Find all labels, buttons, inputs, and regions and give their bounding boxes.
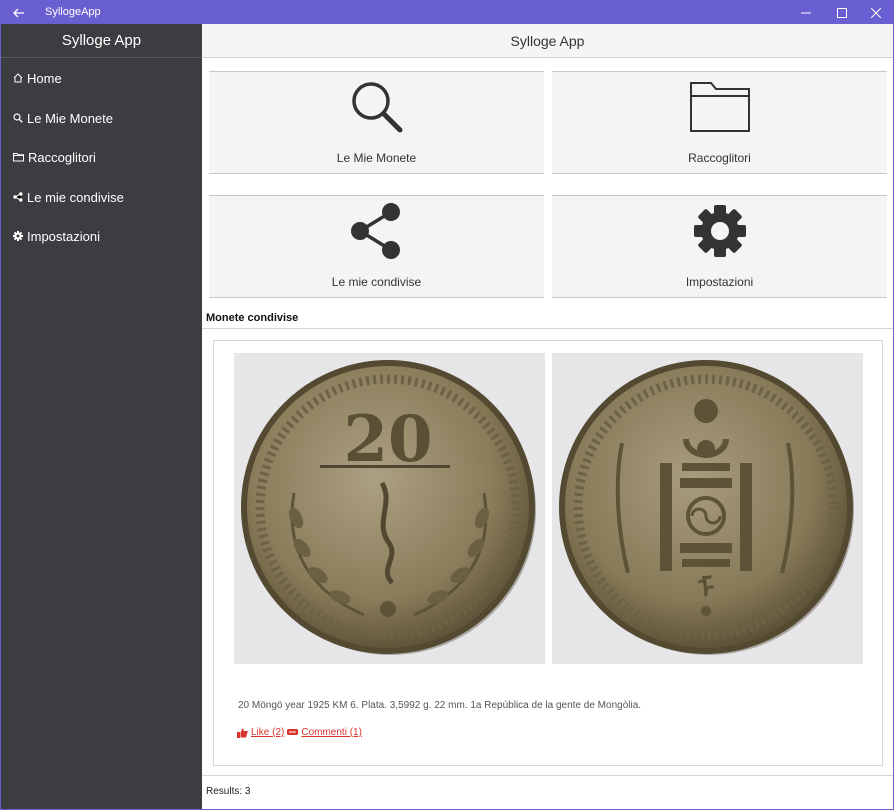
section-title: Monete condivise bbox=[206, 312, 299, 324]
comment-icon bbox=[287, 729, 299, 735]
coin-actions: Like (2) Commenti (1) bbox=[237, 727, 362, 738]
tile-raccoglitori[interactable]: Raccoglitori bbox=[552, 71, 887, 174]
results-count: Results: 3 bbox=[202, 775, 893, 809]
tile-le-mie-monete[interactable]: Le Mie Monete bbox=[209, 71, 544, 174]
sidebar-item-label: Le Mie Monete bbox=[27, 110, 113, 126]
maximize-icon bbox=[837, 7, 847, 18]
sidebar-item-label: Le mie condivise bbox=[27, 189, 124, 205]
coin-obverse-image[interactable]: 20 bbox=[234, 353, 545, 664]
title-bar: SyllogeApp bbox=[1, 1, 893, 24]
folder-icon bbox=[13, 153, 24, 162]
sidebar-item-home[interactable]: Home bbox=[13, 68, 62, 88]
divider bbox=[202, 328, 893, 329]
minimize-button[interactable] bbox=[789, 1, 823, 24]
sidebar: Sylloge App Home Le Mie Monete Raccoglit… bbox=[1, 24, 202, 809]
thumbs-up-icon bbox=[237, 728, 248, 738]
page-title: Sylloge App bbox=[202, 24, 893, 58]
coin-reverse-icon: ᠮ bbox=[559, 360, 854, 655]
share-icon bbox=[350, 203, 400, 259]
sidebar-item-le-mie-monete[interactable]: Le Mie Monete bbox=[13, 108, 113, 128]
search-icon bbox=[13, 113, 23, 123]
home-icon bbox=[13, 73, 23, 83]
tile-label: Raccoglitori bbox=[688, 151, 751, 165]
tile-le-mie-condivise[interactable]: Le mie condivise bbox=[209, 195, 544, 298]
svg-text:ᠮ: ᠮ bbox=[698, 572, 715, 605]
sidebar-item-impostazioni[interactable]: Impostazioni bbox=[13, 226, 100, 246]
sidebar-item-raccoglitori[interactable]: Raccoglitori bbox=[13, 147, 96, 167]
coin-obverse-icon: 20 bbox=[241, 360, 536, 655]
sidebar-item-label: Home bbox=[27, 70, 62, 86]
gear-icon bbox=[693, 205, 746, 257]
sidebar-item-label: Raccoglitori bbox=[28, 149, 96, 165]
shared-coin-card: 20 ᠮ 20 Möngö year 1925 KM 6. Plata. 3,5… bbox=[213, 340, 883, 766]
search-icon bbox=[351, 82, 402, 133]
main-content: Sylloge App Le Mie Monete Raccoglitori L… bbox=[202, 24, 893, 809]
comments-link[interactable]: Commenti (1) bbox=[301, 727, 362, 738]
maximize-button[interactable] bbox=[825, 1, 859, 24]
window-title: SyllogeApp bbox=[45, 6, 101, 18]
tile-label: Impostazioni bbox=[685, 275, 754, 289]
sidebar-item-le-mie-condivise[interactable]: Le mie condivise bbox=[13, 187, 124, 207]
tile-impostazioni[interactable]: Impostazioni bbox=[552, 195, 887, 298]
close-button[interactable] bbox=[859, 1, 893, 24]
coin-reverse-image[interactable]: ᠮ bbox=[552, 353, 863, 664]
minimize-icon bbox=[801, 12, 811, 13]
folder-icon bbox=[689, 82, 750, 132]
sidebar-header: Sylloge App bbox=[1, 24, 202, 58]
tile-label: Le mie condivise bbox=[331, 275, 422, 289]
tile-label: Le Mie Monete bbox=[336, 151, 417, 165]
close-icon bbox=[871, 7, 881, 18]
arrow-left-icon bbox=[13, 8, 24, 17]
gear-icon bbox=[13, 231, 23, 241]
like-link[interactable]: Like (2) bbox=[251, 727, 284, 738]
coin-description: 20 Möngö year 1925 KM 6. Plata. 3,5992 g… bbox=[238, 700, 642, 711]
share-icon bbox=[13, 192, 23, 202]
app-window: SyllogeApp Sylloge App Home Le Mie Monet… bbox=[0, 0, 894, 810]
back-button[interactable] bbox=[1, 1, 37, 24]
sidebar-item-label: Impostazioni bbox=[27, 228, 100, 244]
